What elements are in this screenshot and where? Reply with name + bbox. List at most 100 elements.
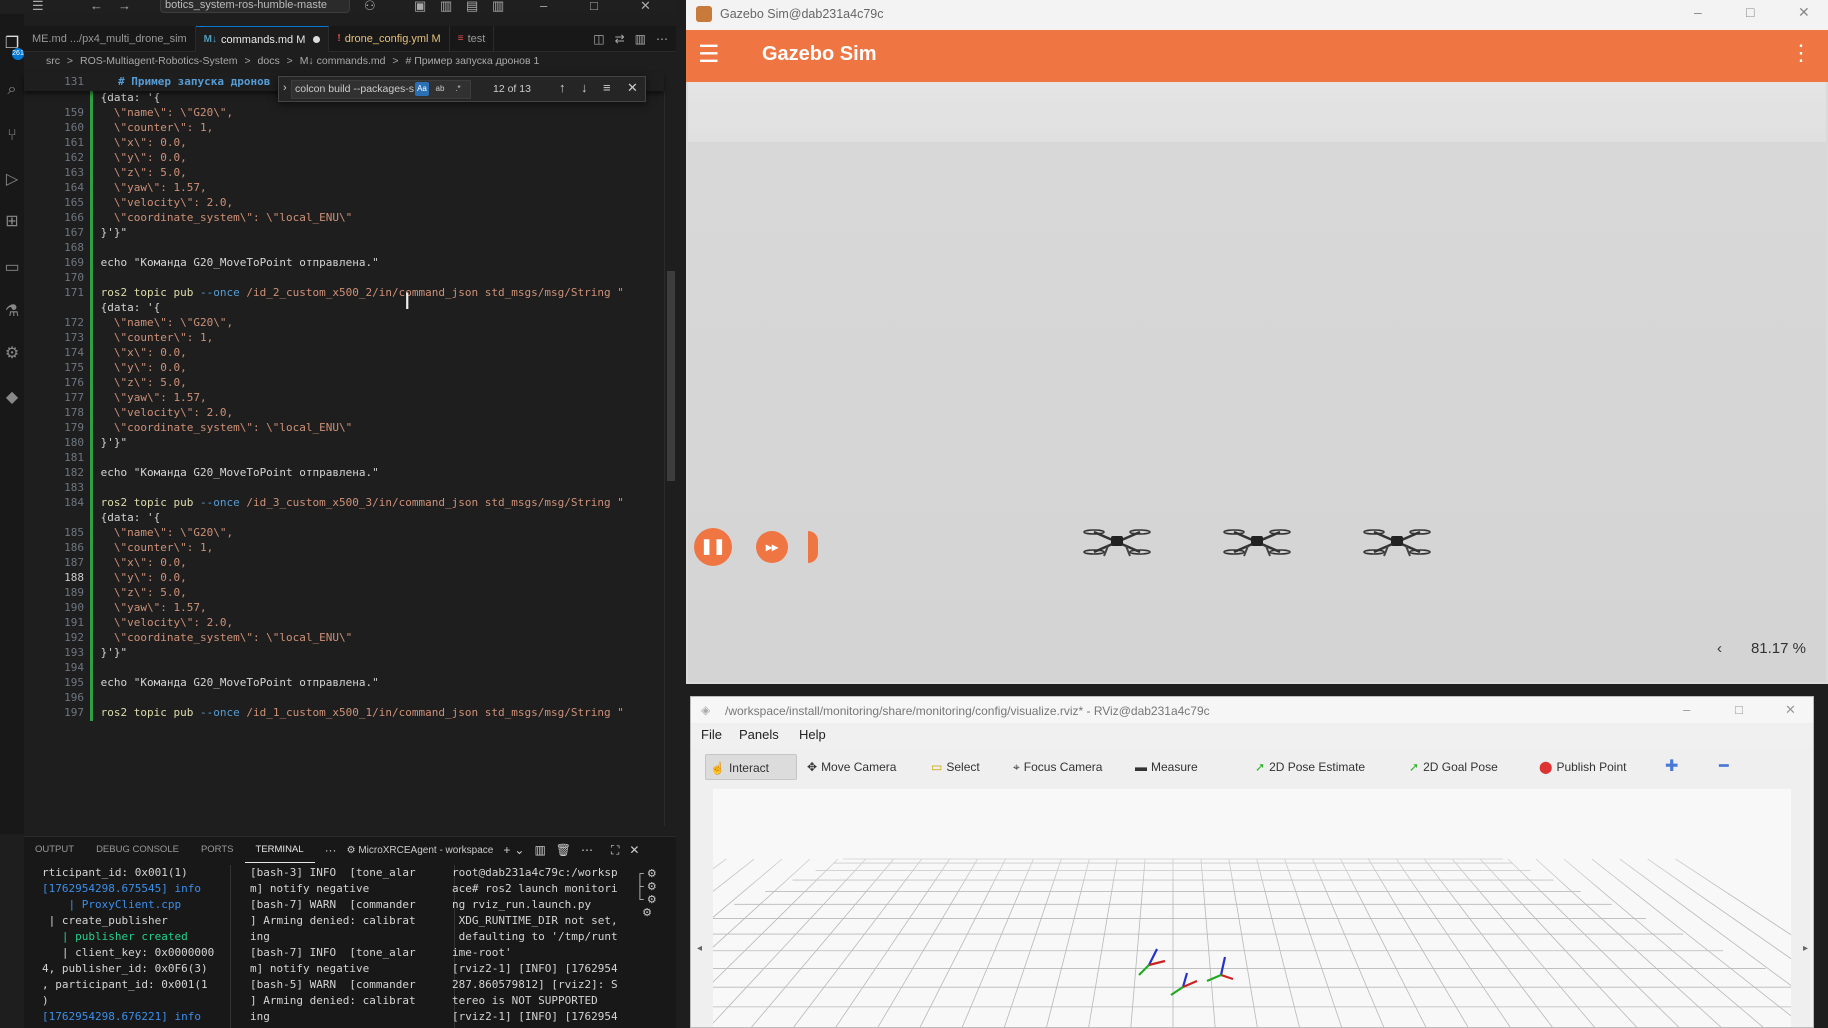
code-line[interactable]: 186 \"counter\": 1, [24, 541, 664, 556]
menu-file[interactable]: File [701, 727, 722, 742]
code-line[interactable]: 174 \"x\": 0.0, [24, 346, 664, 361]
terminal-list-item[interactable]: ├ ⚙ [636, 880, 676, 893]
right-dock-arrow-icon[interactable]: ▸ [1803, 943, 1808, 954]
code-line[interactable]: 159 \"name\": \"G20\", [24, 106, 664, 121]
toggle-replace-icon[interactable]: › [283, 82, 287, 94]
remove-tool-icon[interactable]: ━ [1715, 754, 1733, 780]
toggle-sidebar-icon[interactable]: ▥ [440, 0, 452, 14]
code-line[interactable]: {data: '{ [24, 511, 664, 526]
breadcrumb-item[interactable]: ROS-Multiagent-Robotics-System [80, 55, 238, 67]
code-line[interactable]: 177 \"yaw\": 1.57, [24, 391, 664, 406]
tab-drone-config[interactable]: ! drone_config.yml M [329, 26, 450, 52]
tab-test[interactable]: ≡ test [450, 26, 495, 52]
maximize-icon[interactable]: □ [590, 0, 598, 13]
match-case-toggle[interactable]: Aa [415, 82, 429, 96]
code-line[interactable]: 167 }'}" [24, 226, 664, 241]
code-line[interactable]: 187 \"x\": 0.0, [24, 556, 664, 571]
terminal-list-item[interactable]: ⚙ [636, 906, 676, 919]
editor-scrollbar[interactable] [664, 91, 676, 826]
code-line[interactable]: 188 \"y\": 0.0, [24, 571, 664, 586]
code-editor[interactable]: {data: '{ 159 \"name\": \"G20\", 160 \"cou… [24, 91, 664, 826]
code-line[interactable]: 173 \"counter\": 1, [24, 331, 664, 346]
code-line[interactable]: 165 \"velocity\": 2.0, [24, 196, 664, 211]
code-line[interactable]: 180 }'}" [24, 436, 664, 451]
code-line[interactable]: 192 \"coordinate_system\": \"local_ENU\" [24, 631, 664, 646]
compare-icon[interactable]: ⇄ [615, 32, 625, 46]
code-line[interactable]: 185 \"name\": \"G20\", [24, 526, 664, 541]
code-line[interactable]: 166 \"coordinate_system\": \"local_ENU\" [24, 211, 664, 226]
code-line[interactable]: 169 echo "Команда G20_MoveToPoint отправ… [24, 256, 664, 271]
code-line[interactable]: 178 \"velocity\": 2.0, [24, 406, 664, 421]
menu-help[interactable]: Help [799, 727, 826, 742]
code-line[interactable]: 172 \"name\": \"G20\", [24, 316, 664, 331]
code-line[interactable]: 196 [24, 691, 664, 706]
menu-panels[interactable]: Panels [739, 727, 779, 742]
tool-publish-point[interactable]: ⬤ Publish Point [1535, 754, 1630, 780]
code-line[interactable]: 194 [24, 661, 664, 676]
code-line[interactable]: 179 \"coordinate_system\": \"local_ENU\" [24, 421, 664, 436]
kill-terminal-icon[interactable]: 🗑 [556, 843, 571, 857]
code-line[interactable]: 160 \"counter\": 1, [24, 121, 664, 136]
terminal-pane-rviz[interactable]: root@dab231a4c79c:/worksp ace# ros2 launc… [452, 865, 640, 1028]
maximize-icon[interactable]: □ [1746, 4, 1754, 20]
more-actions-icon[interactable]: ⋯ [656, 32, 668, 46]
minimize-icon[interactable]: – [540, 0, 547, 13]
code-line[interactable]: 163 \"z\": 5.0, [24, 166, 664, 181]
breadcrumb-item[interactable]: docs [258, 55, 280, 67]
terminal-list-item[interactable]: ┌ ⚙ [636, 867, 676, 880]
testing-icon[interactable]: ⚗ [2, 302, 22, 322]
toggle-panel-icon[interactable]: ▤ [466, 0, 478, 14]
code-line[interactable]: 182 echo "Команда G20_MoveToPoint отправ… [24, 466, 664, 481]
close-icon[interactable]: ✕ [1785, 702, 1796, 718]
code-line[interactable]: 190 \"yaw\": 1.57, [24, 601, 664, 616]
remote-explorer-icon[interactable]: ▭ [2, 258, 22, 278]
tool-measure[interactable]: ▬ Measure [1131, 754, 1202, 780]
terminal-pane-microxrce[interactable]: rticipant_id: 0x001(1) [1762954298.675545… [42, 865, 220, 1028]
new-terminal-icon[interactable]: + [503, 843, 510, 857]
code-line[interactable]: 195 echo "Команда G20_MoveToPoint отправ… [24, 676, 664, 691]
split-terminal-icon[interactable]: ▥ [534, 843, 545, 857]
close-find-icon[interactable]: ✕ [627, 80, 638, 96]
tab-debug-console[interactable]: DEBUG CONSOLE [85, 837, 190, 863]
minimize-icon[interactable]: – [1694, 4, 1702, 20]
code-line[interactable]: {data: '{ [24, 301, 664, 316]
terminal-divider[interactable] [230, 865, 231, 1028]
code-line[interactable]: 189 \"z\": 5.0, [24, 586, 664, 601]
code-line[interactable]: 181 [24, 451, 664, 466]
step-forward-button[interactable]: ▸▸ [756, 531, 788, 563]
breadcrumb-item[interactable]: M↓ commands.md [300, 55, 386, 67]
menu-icon[interactable]: ☰ [32, 0, 44, 14]
unsaved-dot-icon[interactable] [313, 36, 321, 43]
tool-interact[interactable]: ☝ Interact [705, 754, 797, 780]
back-arrow-icon[interactable]: ← [90, 0, 103, 13]
chevron-left-icon[interactable]: ‹ [1717, 640, 1722, 657]
source-control-icon[interactable]: ⑂ [2, 126, 22, 146]
drone-1[interactable] [1082, 522, 1152, 562]
toggle-secondary-sidebar-icon[interactable]: ▥ [492, 0, 504, 14]
gazebo-3d-scene[interactable] [688, 82, 1826, 682]
tool-select[interactable]: ▭ Select [927, 754, 984, 780]
code-line[interactable]: 171 ros2 topic pub --once /id_2_custom_x… [24, 286, 664, 301]
python-icon[interactable]: ◆ [2, 388, 22, 408]
pause-button[interactable]: ❚❚ [694, 528, 732, 566]
find-in-selection-icon[interactable]: ≡ [603, 80, 611, 95]
drone-3[interactable] [1362, 522, 1432, 562]
tool-focus-camera[interactable]: ⌖ Focus Camera [1009, 754, 1106, 780]
code-line[interactable]: 191 \"velocity\": 2.0, [24, 616, 664, 631]
tab-commands-md[interactable]: M↓ commands.md M [195, 26, 330, 52]
whole-word-toggle[interactable]: ab [433, 82, 447, 96]
tab-readme[interactable]: ME.md .../px4_multi_drone_sim [24, 26, 196, 52]
maximize-icon[interactable]: □ [1735, 702, 1743, 717]
tab-ports[interactable]: PORTS [190, 837, 245, 863]
rviz-3d-view[interactable] [713, 789, 1791, 1027]
more-tabs-icon[interactable]: ··· [325, 843, 337, 857]
tool-move-camera[interactable]: ✥ Move Camera [803, 754, 900, 780]
hamburger-menu-icon[interactable]: ☰ [698, 42, 720, 68]
code-line[interactable]: 162 \"y\": 0.0, [24, 151, 664, 166]
code-line[interactable]: 175 \"y\": 0.0, [24, 361, 664, 376]
copilot-icon[interactable]: ⚇ [364, 0, 376, 14]
terminal-pane-px4[interactable]: [bash-3] INFO [tone_alar m] notify negati… [250, 865, 446, 1028]
scrollbar-thumb[interactable] [667, 271, 675, 481]
open-preview-icon[interactable]: ◫ [593, 32, 604, 46]
search-icon[interactable]: ⌕ [2, 80, 22, 100]
